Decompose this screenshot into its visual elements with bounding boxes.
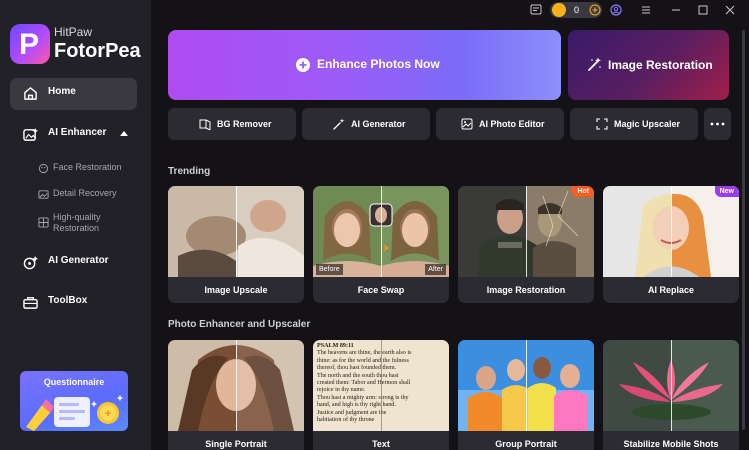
compare-divider[interactable] (236, 340, 237, 431)
coin-count: 0 (574, 5, 580, 15)
card-label-ai-replace: AI Replace (647, 285, 695, 295)
sidebar-sublabel-face-restoration: Face Restoration (53, 162, 122, 172)
magic-upscaler-label: Magic Upscaler (614, 119, 681, 129)
magic-upscaler-button[interactable]: Magic Upscaler (570, 108, 698, 140)
compare-divider[interactable] (526, 186, 527, 277)
maximize-icon[interactable] (697, 4, 709, 16)
minimize-icon[interactable] (670, 4, 682, 16)
ai-wand-icon (333, 118, 345, 130)
before-tag: Before (316, 264, 343, 275)
card-text[interactable]: PSALM 89:11 The heavens are thine, the e… (313, 340, 449, 450)
questionnaire-illustration-icon: + (26, 395, 123, 431)
home-icon (24, 87, 37, 100)
bg-remover-label: BG Remover (217, 119, 272, 129)
sidebar-item-toolbox[interactable]: ToolBox (10, 287, 140, 317)
enhance-photos-label: Enhance Photos Now (317, 57, 440, 71)
card-image-upscale[interactable]: Image Upscale (168, 186, 304, 303)
section-title-trending: Trending (168, 166, 211, 177)
card-stabilize-mobile-shots[interactable]: Stabilize Mobile Shots (603, 340, 739, 450)
hot-badge: Hot (572, 186, 594, 197)
chevron-up-icon (120, 131, 128, 136)
sidebar-sublabel-detail-recovery: Detail Recovery (53, 188, 117, 198)
upscale-icon (596, 118, 608, 130)
new-badge: New (714, 186, 739, 197)
ai-generator-tool-button[interactable]: AI Generator (302, 108, 430, 140)
card-label-face-swap: Face Swap (357, 285, 405, 295)
bg-remover-button[interactable]: BG Remover (168, 108, 296, 140)
toolbox-icon (23, 297, 38, 309)
ai-generator-tool-label: AI Generator (351, 119, 406, 129)
card-image-restoration[interactable]: Hot Image Restoration (458, 186, 594, 303)
face-restoration-icon (38, 163, 49, 174)
coin-icon (552, 3, 566, 17)
card-label-stabilize-mobile-shots: Stabilize Mobile Shots (623, 439, 719, 449)
detail-recovery-icon (38, 190, 49, 199)
after-tag: After (425, 264, 446, 275)
compare-divider[interactable] (381, 186, 382, 277)
card-face-swap[interactable]: Before After Face Swap (313, 186, 449, 303)
sidebar-label-toolbox: ToolBox (48, 295, 88, 306)
card-group-portrait[interactable]: Group Portrait (458, 340, 594, 450)
card-label-group-portrait: Group Portrait (495, 439, 557, 449)
message-icon[interactable] (530, 4, 542, 16)
photo-editor-icon (461, 118, 473, 130)
brand-line-1: HitPaw (54, 25, 93, 39)
ai-enhancer-icon (23, 127, 38, 141)
sidebar-item-ai-enhancer[interactable]: AI Enhancer (10, 119, 140, 149)
ai-photo-editor-button[interactable]: AI Photo Editor (436, 108, 564, 140)
more-tools-button[interactable] (704, 108, 731, 140)
user-avatar-icon[interactable] (610, 4, 622, 16)
compare-divider[interactable] (236, 186, 237, 277)
image-restoration-button[interactable]: Image Restoration (568, 30, 729, 100)
brand-line-2: FotorPea (54, 40, 141, 62)
card-label-single-portrait: Single Portrait (205, 439, 267, 449)
bg-remover-icon (199, 119, 211, 130)
svg-text:+: + (105, 408, 111, 420)
sidebar-label-ai-generator: AI Generator (48, 255, 109, 266)
questionnaire-banner[interactable]: Questionnaire + (20, 371, 128, 431)
card-label-image-restoration: Image Restoration (486, 285, 566, 295)
menu-icon[interactable] (640, 4, 652, 16)
high-quality-restoration-icon (38, 217, 49, 228)
ai-generator-icon (23, 255, 38, 270)
compare-divider[interactable] (671, 186, 672, 277)
logo-letter: P (19, 28, 40, 61)
main-scrollbar[interactable] (742, 30, 745, 430)
card-single-portrait[interactable]: Single Portrait (168, 340, 304, 450)
ai-photo-editor-label: AI Photo Editor (479, 119, 545, 129)
close-icon[interactable] (724, 4, 736, 16)
sidebar: P HitPaw FotorPea Home AI Enhancer Face … (0, 0, 151, 450)
magic-wand-icon (588, 57, 601, 71)
enhance-photos-button[interactable]: Enhance Photos Now (168, 30, 561, 100)
plus-circle-icon (296, 58, 310, 72)
sidebar-label-home: Home (48, 86, 76, 97)
questionnaire-label: Questionnaire (43, 377, 105, 387)
compare-divider[interactable] (671, 340, 672, 431)
card-label-text: Text (372, 439, 390, 449)
compare-divider[interactable] (381, 340, 382, 431)
compare-divider[interactable] (526, 340, 527, 431)
card-ai-replace[interactable]: New AI Replace (603, 186, 739, 303)
sidebar-label-ai-enhancer: AI Enhancer (48, 127, 107, 138)
more-dots-icon (710, 122, 725, 126)
sidebar-item-home[interactable]: Home (10, 78, 137, 110)
section-title-photo-enhancer: Photo Enhancer and Upscaler (168, 319, 311, 330)
sidebar-item-ai-generator[interactable]: AI Generator (10, 247, 140, 277)
image-restoration-label: Image Restoration (608, 58, 713, 72)
sidebar-sublabel-high-quality-restoration: High-quality Restoration (53, 212, 101, 233)
card-label-image-upscale: Image Upscale (204, 285, 268, 295)
add-coins-icon[interactable] (589, 4, 601, 16)
app-logo: P (10, 24, 50, 64)
